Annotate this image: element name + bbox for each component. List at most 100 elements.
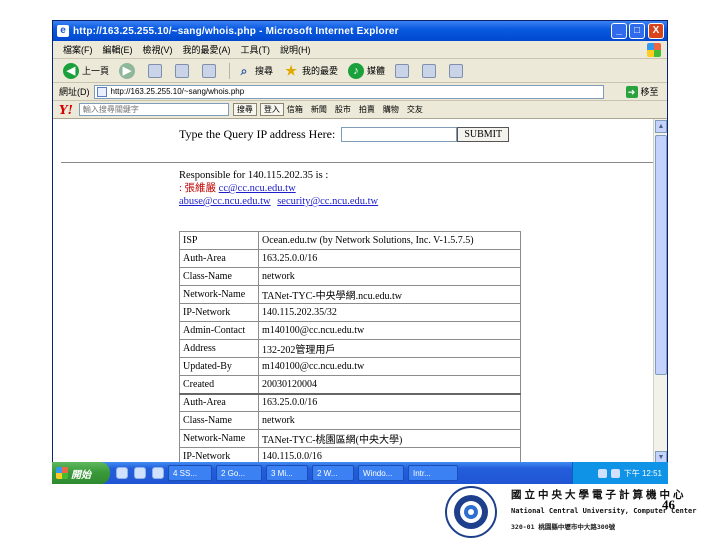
yahoo-toolbar: Y! 輸入搜尋關鍵字 搜尋 登入 信箱 新聞 股市 拍賣 購物 交友 (53, 101, 667, 119)
start-label: 開始 (71, 469, 91, 481)
windows-flag-icon (647, 43, 661, 57)
standard-toolbar: ◀ 上一頁 ▶ ⌕ 搜尋 ★ 我的最愛 ♪ 媒體 (53, 59, 667, 83)
yahoo-login-button[interactable]: 登入 (259, 103, 284, 116)
vertical-scrollbar[interactable]: ▲ ▼ (653, 119, 667, 465)
taskbar-item-windows[interactable]: Windo... (358, 465, 404, 481)
menu-tools[interactable]: 工具(T) (241, 43, 271, 56)
table-cell-key: Address (179, 339, 259, 358)
menu-file[interactable]: 檔案(F) (63, 43, 93, 56)
search-label: 搜尋 (255, 66, 274, 76)
go-arrow-icon: ➜ (625, 85, 638, 98)
yahoo-news[interactable]: 新聞 (311, 104, 327, 115)
tray-network-icon[interactable] (597, 468, 607, 478)
menu-bar: 檔案(F) 編輯(E) 檢視(V) 我的最愛(A) 工具(T) 說明(H) (53, 41, 667, 59)
table-cell-value: m140100@cc.ncu.edu.tw (258, 321, 521, 340)
contact-links: abuse@cc.ncu.edu.tw security@cc.ncu.edu.… (179, 195, 378, 208)
submit-button[interactable]: SUBMIT (457, 127, 510, 142)
close-button[interactable]: X (648, 23, 664, 39)
scroll-thumb[interactable] (655, 135, 667, 375)
table-cell-value: 140.115.202.35/32 (258, 303, 521, 322)
menu-edit[interactable]: 編輯(E) (103, 43, 133, 56)
history-button[interactable] (395, 63, 412, 78)
address-bar: 網址(D) http://163.25.255.10/~sang/whois.p… (53, 83, 667, 101)
page-viewport: Type the Query IP address Here: SUBMIT R… (53, 119, 655, 465)
yahoo-search-input[interactable]: 輸入搜尋關鍵字 (78, 103, 229, 116)
go-button[interactable]: ➜ 移至 (625, 85, 659, 98)
stop-icon (148, 63, 163, 78)
table-row: Address 132-202管理用戶 (179, 339, 521, 358)
back-button[interactable]: ◀ 上一頁 (63, 62, 109, 79)
whois-table: ISP Ocean.edu.tw (by Network Solutions, I… (179, 231, 521, 465)
yahoo-auction[interactable]: 拍賣 (359, 104, 375, 115)
favorites-label: 我的最愛 (302, 66, 339, 76)
favorites-button[interactable]: ★ 我的最愛 (283, 63, 338, 79)
table-cell-value: TANet-TYC-桃園區網(中央大學) (258, 429, 521, 448)
clock: 下午 12:51 (623, 468, 662, 478)
home-icon (202, 63, 217, 78)
menu-favorites[interactable]: 我的最愛(A) (183, 43, 231, 56)
star-icon: ★ (285, 62, 297, 78)
response-block: Responsible for 140.115.202.35 is : : 張維… (179, 169, 378, 208)
address-label: 網址(D) (59, 87, 90, 97)
search-icon: ⌕ (240, 63, 248, 78)
scroll-up-icon[interactable]: ▲ (655, 120, 667, 133)
media-label: 媒體 (367, 66, 386, 76)
yahoo-search-button[interactable]: 搜尋 (232, 103, 257, 116)
ip-address-input[interactable] (341, 127, 458, 142)
table-row: Auth-Area 163.25.0.0/16 (179, 392, 521, 412)
minimize-button[interactable]: _ (611, 23, 627, 39)
maximize-button[interactable]: □ (629, 23, 645, 39)
window-title: http://163.25.255.10/~sang/whois.php - M… (73, 25, 399, 37)
start-button[interactable]: 開始 (52, 462, 110, 484)
yahoo-logo[interactable]: Y! (59, 103, 73, 117)
yahoo-mail[interactable]: 信箱 (287, 104, 303, 115)
yahoo-shopping[interactable]: 購物 (383, 104, 399, 115)
table-row: Updated-By m140100@cc.ncu.edu.tw (179, 357, 521, 376)
address-input[interactable]: http://163.25.255.10/~sang/whois.php (93, 84, 604, 99)
toolbar-separator (229, 62, 231, 79)
refresh-button[interactable] (175, 63, 192, 78)
mail-button[interactable] (422, 63, 439, 78)
quicklaunch-ie-icon[interactable] (116, 467, 128, 479)
search-button[interactable]: ⌕ 搜尋 (236, 63, 273, 79)
security-email-link[interactable]: security@cc.ncu.edu.tw (277, 196, 378, 207)
media-button[interactable]: ♪ 媒體 (348, 62, 386, 79)
table-cell-key: ISP (179, 231, 259, 250)
table-cell-key: Created (179, 375, 259, 394)
windows-logo-icon (56, 467, 68, 479)
table-cell-value: TANet-TYC-中央學網.ncu.edu.tw (258, 285, 521, 304)
quicklaunch-desktop-icon[interactable] (134, 467, 146, 479)
taskbar-item-go[interactable]: 2 Go... (216, 465, 262, 481)
menu-view[interactable]: 檢視(V) (143, 43, 173, 56)
responsible-line: Responsible for 140.115.202.35 is : (179, 170, 329, 181)
taskbar-item-word[interactable]: 2 W... (312, 465, 354, 481)
print-button[interactable] (449, 63, 466, 78)
query-form: Type the Query IP address Here: SUBMIT (179, 127, 510, 142)
media-icon: ♪ (348, 62, 365, 79)
table-row: IP-Network 140.115.202.35/32 (179, 303, 521, 322)
go-label: 移至 (640, 87, 659, 97)
page-icon (96, 86, 107, 97)
table-cell-key: Network-Name (179, 429, 259, 448)
horizontal-rule (61, 162, 653, 163)
taskbar-item-mi[interactable]: 3 Mi... (266, 465, 308, 481)
menu-help[interactable]: 說明(H) (280, 43, 311, 56)
yahoo-dating[interactable]: 交友 (407, 104, 423, 115)
table-cell-key: Updated-By (179, 357, 259, 376)
abuse-email-link[interactable]: abuse@cc.ncu.edu.tw (179, 196, 271, 207)
contact-email-link[interactable]: cc@cc.ncu.edu.tw (219, 183, 296, 194)
forward-button[interactable]: ▶ (119, 62, 138, 79)
home-button[interactable] (202, 63, 219, 78)
taskbar-item-intr[interactable]: Intr... (408, 465, 458, 481)
table-cell-key: Network-Name (179, 285, 259, 304)
quicklaunch-media-icon[interactable] (152, 467, 164, 479)
taskbar-item-ssh[interactable]: 4 SS... (168, 465, 212, 481)
table-cell-value: 163.25.0.0/16 (258, 392, 521, 412)
ncu-seal-logo (445, 486, 497, 538)
table-cell-key: Class-Name (179, 411, 259, 430)
stop-button[interactable] (148, 63, 165, 78)
yahoo-stocks[interactable]: 股市 (335, 104, 351, 115)
table-cell-value: network (258, 411, 521, 430)
tray-volume-icon[interactable] (610, 468, 620, 478)
system-tray: 下午 12:51 (572, 462, 668, 484)
